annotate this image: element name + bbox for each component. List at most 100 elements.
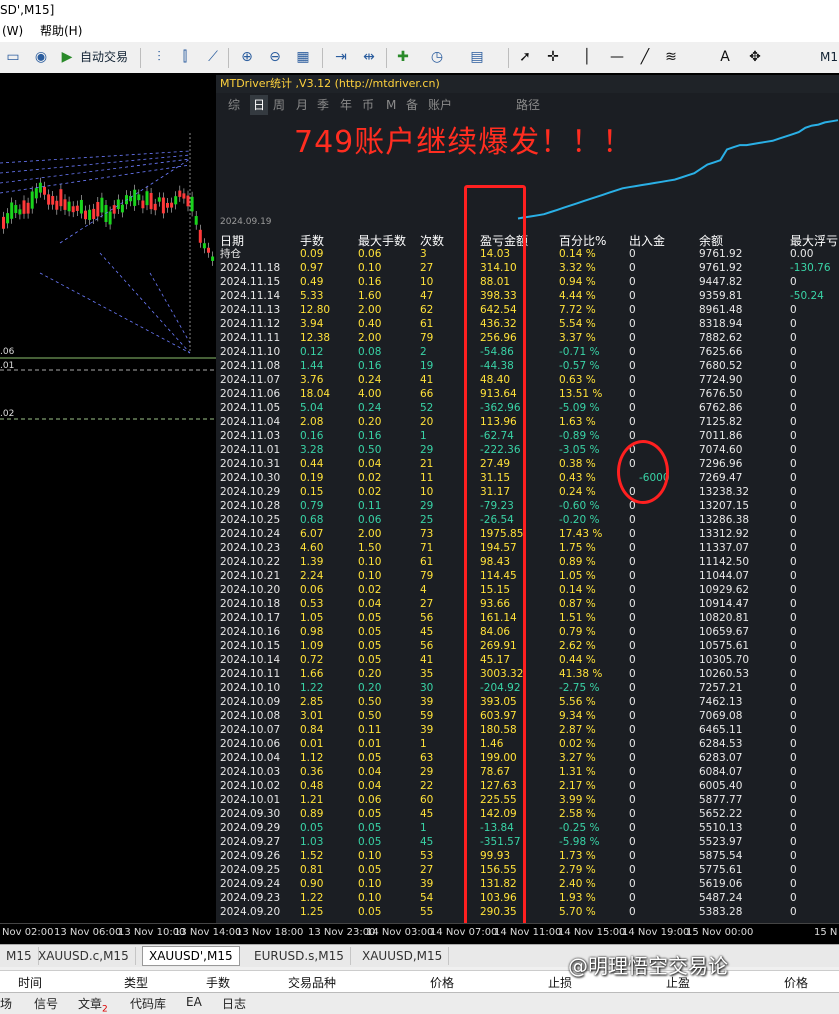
- fibonacci-icon[interactable]: ≋: [662, 48, 680, 66]
- arrows-icon[interactable]: ✥: [746, 48, 764, 66]
- terminal-tab[interactable]: 代码库: [130, 995, 166, 1012]
- chart-shift-icon[interactable]: ⇥: [332, 48, 350, 66]
- stats-cell: 45: [420, 808, 434, 820]
- stats-row: 2024.10.03 0.36 0.04 29 78.67 1.31 % 0 6084.07 0: [216, 765, 839, 779]
- stats-cell: 0.72: [300, 654, 324, 666]
- stats-cell: 7296.96: [699, 458, 743, 470]
- stats-cell: 66: [420, 388, 434, 400]
- autoscroll-icon[interactable]: ⇹: [360, 48, 378, 66]
- stats-cell: 7724.90: [699, 374, 743, 386]
- stats-tab[interactable]: 备: [406, 95, 418, 115]
- equity-start-date: 2024.09.19: [220, 217, 272, 227]
- stats-cell: 2.85: [300, 696, 324, 708]
- symbol-tab[interactable]: XAUUSD',M15: [142, 946, 240, 966]
- stats-cell: 27: [420, 864, 434, 876]
- vertical-line-icon[interactable]: │: [578, 48, 596, 66]
- cursor-icon[interactable]: ➚: [516, 48, 534, 66]
- terminal-tab[interactable]: 日志: [222, 995, 246, 1012]
- stats-cell: 0: [790, 612, 797, 624]
- stats-row: 2024.09.29 0.05 0.05 1 -13.84 -0.25 % 0 5510.13…: [216, 821, 839, 835]
- stats-cell: 2: [420, 346, 427, 358]
- highlight-box-profit-column: [464, 185, 526, 953]
- stats-cell: 0: [629, 290, 636, 302]
- stats-tab[interactable]: M: [386, 95, 396, 115]
- menu-help[interactable]: 帮助(H): [40, 21, 82, 42]
- stats-tab[interactable]: 季: [317, 95, 329, 115]
- stats-cell: 0.10: [358, 556, 382, 568]
- terminal-column-header[interactable]: 价格: [784, 974, 808, 991]
- terminal-column-header[interactable]: 价格: [430, 974, 454, 991]
- stats-tab[interactable]: 月: [296, 95, 308, 115]
- stats-tab[interactable]: 路径: [516, 95, 540, 115]
- stats-tab[interactable]: 年: [340, 95, 352, 115]
- stats-cell: 7462.13: [699, 696, 743, 708]
- signal-icon[interactable]: ◉: [32, 48, 50, 66]
- price-label: .06: [0, 347, 15, 357]
- stats-cell: 0.81: [300, 864, 324, 876]
- stats-cell: 1.52: [300, 850, 324, 862]
- stats-cell: -130.76: [790, 262, 831, 274]
- stats-row: 2024.10.04 1.12 0.05 63 199.00 3.27 % 0 6283.07…: [216, 751, 839, 765]
- stats-cell: 0: [629, 892, 636, 904]
- templates-icon[interactable]: ▤: [468, 48, 486, 66]
- stats-cell: 0.94 %: [559, 276, 596, 288]
- menu-window[interactable]: (W): [2, 21, 23, 42]
- stats-row: 2024.10.17 1.05 0.05 56 161.14 1.51 % 0 10820.8…: [216, 611, 839, 625]
- line-chart-icon[interactable]: ⟋: [204, 48, 222, 66]
- candlestick-plot: [0, 133, 216, 420]
- stats-tab[interactable]: 综: [228, 95, 240, 115]
- terminal-column-header[interactable]: 类型: [124, 974, 148, 991]
- zoom-in-icon[interactable]: ⊕: [238, 48, 256, 66]
- indicators-icon[interactable]: ✚: [394, 48, 412, 66]
- stats-row: 2024.10.18 0.53 0.04 27 93.66 0.87 % 0 10914.47…: [216, 597, 839, 611]
- tile-windows-icon[interactable]: ▦: [294, 48, 312, 66]
- stats-cell: 2.79 %: [559, 864, 596, 876]
- terminal-tab[interactable]: 信号: [34, 995, 58, 1012]
- stats-cell: 5875.54: [699, 850, 743, 862]
- horizontal-line-icon[interactable]: —: [608, 48, 626, 66]
- stats-cell: 5.56 %: [559, 696, 596, 708]
- zoom-out-icon[interactable]: ⊖: [266, 48, 284, 66]
- price-label: .02: [0, 409, 15, 419]
- autotrade-icon[interactable]: ▶: [58, 48, 76, 66]
- stats-cell: 10305.70: [699, 654, 750, 666]
- stats-cell: 61: [420, 318, 434, 330]
- stats-cell: -0.57 %: [559, 360, 600, 372]
- text-tool-icon[interactable]: A: [716, 48, 734, 66]
- symbol-tab[interactable]: XAUUSD.c,M15: [32, 947, 136, 965]
- bar-chart-icon[interactable]: ⫶: [150, 48, 168, 66]
- stats-cell: 7069.08: [699, 710, 743, 722]
- stats-tab[interactable]: 日: [250, 95, 269, 115]
- stats-cell: -0.25 %: [559, 822, 600, 834]
- stats-cell: 0: [790, 640, 797, 652]
- terminal-tab[interactable]: 场: [0, 995, 12, 1012]
- autotrade-button[interactable]: 自动交易: [80, 47, 128, 67]
- stats-row: 2024.10.14 0.72 0.05 41 45.17 0.44 % 0 10305.70…: [216, 653, 839, 667]
- terminal-column-header[interactable]: 时间: [18, 974, 42, 991]
- stats-cell: 2024.10.15: [220, 640, 281, 652]
- stats-cell: 2.58 %: [559, 808, 596, 820]
- stats-cell: 39: [420, 696, 434, 708]
- stats-cell: 1.39: [300, 556, 324, 568]
- stats-cell: 0.50: [358, 710, 382, 722]
- symbol-tab[interactable]: XAUUSD,M15: [356, 947, 450, 965]
- stats-tab[interactable]: 币: [362, 95, 374, 115]
- terminal-tab-label: 文章: [78, 997, 103, 1011]
- trendline-icon[interactable]: ╱: [636, 48, 654, 66]
- terminal-tab[interactable]: 文章2: [78, 995, 108, 1014]
- stats-cell: 0: [790, 528, 797, 540]
- symbol-tab[interactable]: EURUSD.s,M15: [248, 947, 351, 965]
- stats-cell: 8318.94: [699, 318, 743, 330]
- stats-cell: 0.05: [358, 906, 382, 918]
- crosshair-icon[interactable]: ✛: [544, 48, 562, 66]
- terminal-tab[interactable]: EA: [186, 995, 202, 1009]
- stats-tab[interactable]: 账户: [428, 95, 452, 115]
- terminal-column-header[interactable]: 交易品种: [288, 974, 336, 991]
- stats-tab[interactable]: 周: [273, 95, 285, 115]
- periods-icon[interactable]: ◷: [428, 48, 446, 66]
- candlestick-icon[interactable]: ⫿: [176, 48, 194, 66]
- stats-cell: 7125.82: [699, 416, 743, 428]
- timeframe-m1-button[interactable]: M1: [820, 47, 838, 67]
- terminal-column-header[interactable]: 手数: [206, 974, 230, 991]
- new-window-icon[interactable]: ▭: [4, 48, 22, 66]
